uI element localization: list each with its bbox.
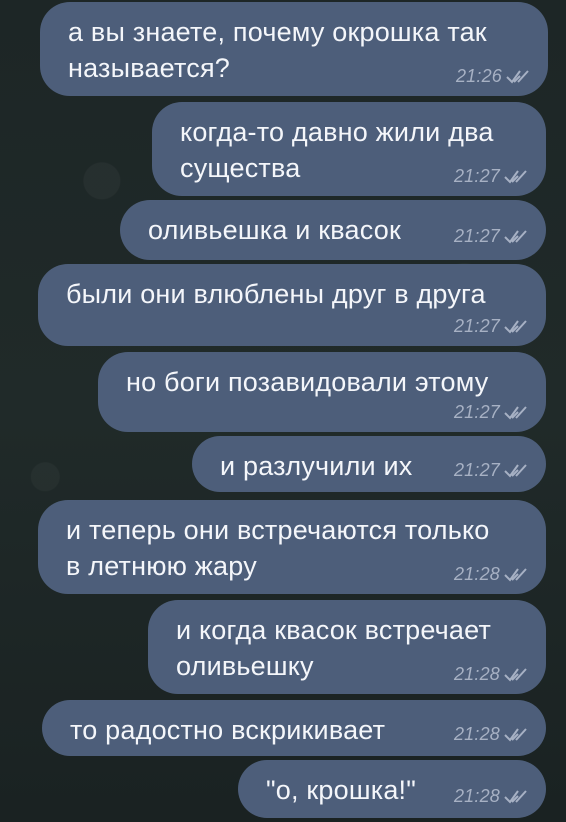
message-bubble[interactable]: и когда квасок встречает оливьешку 21:28 [148,600,546,694]
message-bubble[interactable]: когда-то давно жили два существа 21:27 [152,102,546,196]
message-text: но боги позавидовали этому [126,367,489,397]
message-meta: 21:28 [454,786,528,806]
message-bubble[interactable]: но боги позавидовали этому 21:27 [98,352,546,432]
message-time: 21:27 [453,402,500,422]
double-check-icon [504,168,528,184]
message-meta: 21:27 [454,460,528,480]
double-check-icon [504,462,528,478]
message-meta: 21:27 [454,316,528,336]
message-bubble[interactable]: и теперь они встречаются только в летнюю… [38,500,546,594]
double-check-icon [504,726,528,742]
double-check-icon [504,318,528,334]
message-bubble[interactable]: а вы знаете, почему окрошка так называет… [40,2,548,96]
message-bubble[interactable]: то радостно вскрикивает 21:28 [42,700,546,756]
message-time: 21:27 [453,226,500,246]
double-check-icon [504,566,528,582]
double-check-icon [504,404,528,420]
message-meta: 21:27 [454,402,528,422]
message-time: 21:27 [453,166,500,186]
message-meta: 21:28 [454,564,528,584]
message-bubble[interactable]: "о, крошка!" 21:28 [238,760,546,818]
message-bubble[interactable]: оливьешка и квасок 21:27 [120,200,546,260]
double-check-icon [506,68,530,84]
message-time: 21:27 [453,460,500,480]
message-time: 21:26 [455,66,502,86]
message-time: 21:27 [453,316,500,336]
message-text: были они влюблены друг в друга [66,279,486,309]
double-check-icon [504,788,528,804]
message-meta: 21:27 [454,226,528,246]
message-meta: 21:28 [454,664,528,684]
message-time: 21:28 [453,786,500,806]
message-bubble[interactable]: были они влюблены друг в друга 21:27 [38,264,546,346]
message-meta: 21:27 [454,166,528,186]
double-check-icon [504,228,528,244]
message-bubble[interactable]: и разлучили их 21:27 [192,436,546,492]
message-meta: 21:26 [456,66,530,86]
message-time: 21:28 [453,564,500,584]
message-meta: 21:28 [454,724,528,744]
message-time: 21:28 [453,664,500,684]
double-check-icon [504,666,528,682]
message-time: 21:28 [453,724,500,744]
